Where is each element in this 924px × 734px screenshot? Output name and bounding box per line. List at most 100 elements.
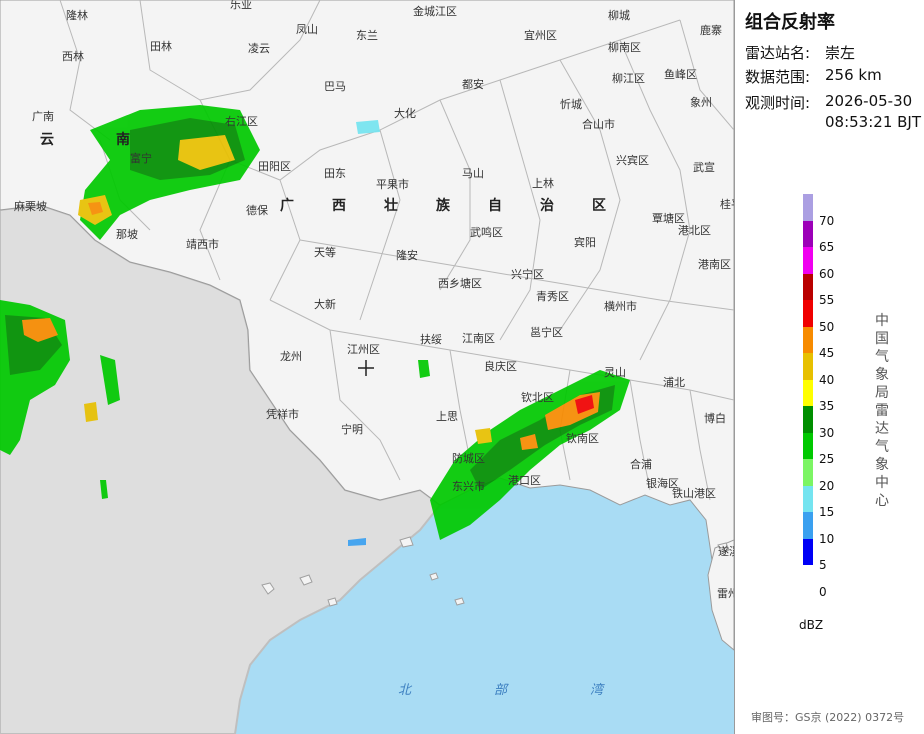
region-name-char: 治: [540, 197, 556, 214]
place-label: 柳城: [608, 8, 630, 22]
place-label: 麻栗坡: [14, 199, 47, 213]
approval-number: 审图号：GS京 (2022) 0372号: [751, 711, 905, 724]
place-label: 富宁: [130, 151, 152, 165]
place-label: 那坡: [116, 228, 138, 241]
province-name-char: 南: [116, 131, 132, 148]
colorbar-label-10: 10: [819, 531, 835, 546]
place-label: 钦南区: [566, 432, 599, 445]
place-label: 马山: [462, 167, 484, 180]
colorbar-label-50: 50: [819, 319, 835, 334]
unit-label: dBZ: [799, 618, 824, 632]
region-name-char: 自: [488, 197, 504, 214]
echo-spot-fangcheng: [475, 428, 492, 444]
place-label: 铁山港区: [672, 487, 716, 500]
echo-spot-jiangzhou: [418, 360, 430, 378]
colorbar-label-25: 25: [819, 452, 835, 466]
place-label: 合浦: [630, 457, 652, 471]
colorbar-swatch-0: [803, 565, 813, 592]
legend-panel: 组合反射率 雷达站名: 崇左 数据范围: 256 km 观测时间: 2026-0…: [734, 0, 924, 734]
colorbar-swatch-20: [803, 459, 813, 486]
echo-spot-youjiang: [356, 120, 380, 134]
colorbar-label-45: 45: [819, 346, 835, 360]
place-label: 右江区: [225, 114, 258, 128]
place-label: 上林: [532, 176, 554, 190]
colorbar-label-60: 60: [819, 266, 835, 281]
org-char: 气: [875, 349, 889, 365]
org-char: 中: [875, 313, 889, 329]
place-label: 龙州: [280, 350, 302, 363]
place-label: 柳南区: [608, 40, 641, 54]
place-label: 扶绥: [420, 332, 442, 346]
place-label: 平果市: [376, 177, 409, 191]
time-label: 观测时间:: [745, 94, 811, 112]
colorbar-swatch-65: [803, 220, 813, 247]
place-label: 青秀区: [536, 290, 569, 303]
org-char: 象: [875, 457, 889, 473]
colorbar-label-5: 5: [819, 558, 827, 572]
place-label: 乐业: [230, 0, 252, 11]
place-label: 西林: [62, 49, 84, 63]
time-clock: 08:53:21 BJT: [825, 113, 922, 131]
place-label: 兴宁区: [511, 267, 544, 281]
place-label: 武鸣区: [470, 225, 503, 239]
place-label: 上思: [436, 410, 458, 423]
colorbar-swatch-40: [803, 353, 813, 380]
place-label: 桂平市: [720, 197, 734, 211]
region-name-char: 广: [280, 197, 296, 214]
org-char: 雷: [875, 403, 889, 419]
org-char: 象: [875, 367, 889, 383]
radar-map[interactable]: 广 西 壮 族 自 治 区 云 南 隆林 乐业 金城江区 柳城 鹿寨 西林 田林 凌云 凤山 东兰 宜州区 柳南区 鱼峰…: [0, 0, 734, 734]
org-char: 达: [875, 421, 889, 437]
place-label: 巴马: [324, 80, 346, 93]
product-title: 组合反射率: [745, 12, 835, 33]
colorbar-swatch-15: [803, 485, 813, 512]
place-label: 武宣: [693, 160, 715, 174]
place-label: 隆林: [66, 8, 88, 22]
colorbar-label-0: 0: [819, 584, 827, 599]
place-label: 钦北区: [521, 391, 554, 404]
place-label: 柳江区: [612, 71, 645, 85]
place-label: 凤山: [296, 23, 318, 36]
colorbar-swatch-55: [803, 273, 813, 300]
place-label: 德保: [246, 203, 268, 217]
station-label: 雷达站名:: [745, 44, 811, 62]
place-label: 宁明: [341, 422, 363, 436]
colorbar-label-70: 70: [819, 213, 835, 228]
place-label: 宜州区: [524, 28, 557, 42]
place-label: 良庆区: [484, 359, 517, 373]
region-name-char: 壮: [384, 197, 400, 214]
place-label: 江南区: [462, 332, 495, 345]
place-label: 凌云: [248, 41, 270, 55]
place-label: 象州: [690, 96, 712, 109]
place-label: 凭祥市: [266, 407, 299, 421]
colorbar-label-40: 40: [819, 372, 835, 387]
colorbar-swatch-50: [803, 300, 813, 327]
colorbar-label-65: 65: [819, 240, 835, 254]
place-label: 横州市: [604, 299, 637, 313]
place-label: 鹿寨: [700, 23, 722, 37]
place-label: 宾阳: [574, 235, 596, 249]
colorbar-swatch-60: [803, 247, 813, 274]
range-value: 256 km: [825, 66, 882, 84]
place-label: 东兰: [356, 29, 378, 42]
org-name: 中国气象局雷达气象中心: [873, 312, 891, 510]
colorbar-swatch-10: [803, 512, 813, 539]
colorbar-swatch-25: [803, 432, 813, 459]
colorbar-swatch-5: [803, 538, 813, 565]
range-label: 数据范围:: [745, 68, 811, 86]
place-label: 大化: [394, 106, 416, 120]
place-label: 大新: [314, 297, 336, 311]
place-label: 广南: [32, 110, 54, 123]
place-label: 金城江区: [413, 4, 457, 18]
place-label: 雷州市: [717, 586, 734, 600]
station-value: 崇左: [825, 44, 856, 62]
org-char: 中: [875, 475, 889, 491]
echo-spot-west: [84, 402, 98, 422]
place-label: 西乡塘区: [438, 276, 482, 290]
place-label: 隆安: [396, 248, 418, 262]
place-label: 兴宾区: [616, 153, 649, 167]
place-label: 覃塘区: [652, 211, 685, 225]
colorbar-label-55: 55: [819, 293, 835, 307]
place-label: 港口区: [508, 474, 541, 487]
place-label: 合山市: [582, 117, 615, 131]
